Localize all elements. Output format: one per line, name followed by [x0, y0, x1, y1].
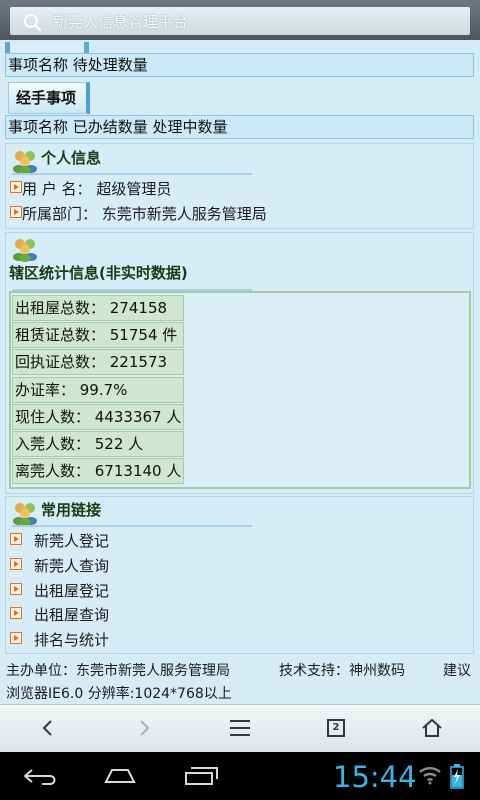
- users-icon: [13, 239, 37, 262]
- users-icon: [13, 503, 37, 526]
- stat-cell: 入莞人数： 522 人: [12, 431, 184, 457]
- bullet-arrow-icon: [10, 206, 22, 218]
- footer-browser-note: 浏览器IE6.0 分辨率:1024*768以上: [6, 686, 232, 702]
- clock: 15:44: [333, 760, 417, 794]
- stat-cell: 出租屋总数： 274158 件: [12, 295, 184, 341]
- menu-icon: [230, 720, 250, 736]
- back-button[interactable]: [18, 704, 78, 752]
- footer-host: 主办单位：东莞市新莞人服务管理局: [6, 663, 230, 679]
- stat-cell: 租赁证总数： 51754 件: [12, 322, 184, 348]
- link-newcomer-register[interactable]: 新莞人登记: [34, 530, 109, 551]
- pending-header: 事项名称 待处理数量: [5, 53, 474, 77]
- footer-suggest-link[interactable]: 建议: [443, 660, 471, 680]
- forward-button[interactable]: [114, 704, 174, 752]
- users-icon: [13, 151, 37, 174]
- department-row: 所属部门： 东莞市新莞人服务管理局: [22, 203, 267, 224]
- stat-cell: 办证率： 99.7%: [12, 377, 184, 403]
- tabs-button[interactable]: 2: [306, 704, 366, 752]
- stats-title: 辖区统计信息(非实时数据): [9, 264, 188, 282]
- handled-header: 事项名称 已办结数量 处理中数量: [5, 115, 474, 139]
- link-rental-query[interactable]: 出租屋查询: [34, 604, 109, 625]
- tab-handled[interactable]: 经手事项: [8, 82, 90, 114]
- divider: [12, 173, 252, 175]
- link-newcomer-query[interactable]: 新莞人查询: [34, 555, 109, 576]
- department-value: 东莞市新莞人服务管理局: [101, 205, 267, 223]
- chevron-left-icon: [42, 720, 52, 736]
- bullet-arrow-icon: [10, 632, 22, 644]
- department-label: 所属部门：: [22, 205, 98, 223]
- back-nav-icon[interactable]: [22, 764, 60, 788]
- tab-count-badge: 2: [327, 719, 345, 737]
- stat-cell: 离莞人数： 6713140 人: [12, 458, 184, 484]
- search-icon[interactable]: [22, 12, 44, 34]
- menu-button[interactable]: [210, 704, 270, 752]
- footer-support: 技术支持：神州数码: [279, 663, 405, 679]
- username-value: 超级管理员: [96, 180, 172, 198]
- links-title: 常用链接: [41, 501, 102, 519]
- username-label: 用 户 名：: [22, 180, 92, 198]
- home-button[interactable]: [402, 704, 462, 752]
- bullet-arrow-icon: [10, 583, 22, 595]
- personal-info-title: 个人信息: [41, 149, 102, 167]
- stat-cell: 回执证总数： 221573 件: [12, 349, 184, 395]
- username-row: 用 户 名： 超级管理员: [22, 178, 171, 199]
- chevron-right-icon: [140, 720, 150, 736]
- home-nav-icon[interactable]: [100, 764, 140, 788]
- bullet-arrow-icon: [10, 558, 22, 570]
- divider: [12, 525, 252, 527]
- bullet-arrow-icon: [10, 607, 22, 619]
- bullet-arrow-icon: [10, 533, 22, 545]
- home-icon: [422, 718, 442, 737]
- link-rental-register[interactable]: 出租屋登记: [34, 580, 109, 601]
- bullet-arrow-icon: [10, 181, 22, 193]
- recents-nav-icon[interactable]: [182, 764, 222, 788]
- link-ranking-stats[interactable]: 排名与统计: [34, 629, 109, 650]
- battery-icon: [450, 764, 464, 789]
- wifi-icon: [419, 767, 441, 785]
- page-title-in-url[interactable]: 新莞人信息管理平台: [53, 11, 188, 32]
- stat-cell: 现住人数： 4433367 人: [12, 404, 184, 430]
